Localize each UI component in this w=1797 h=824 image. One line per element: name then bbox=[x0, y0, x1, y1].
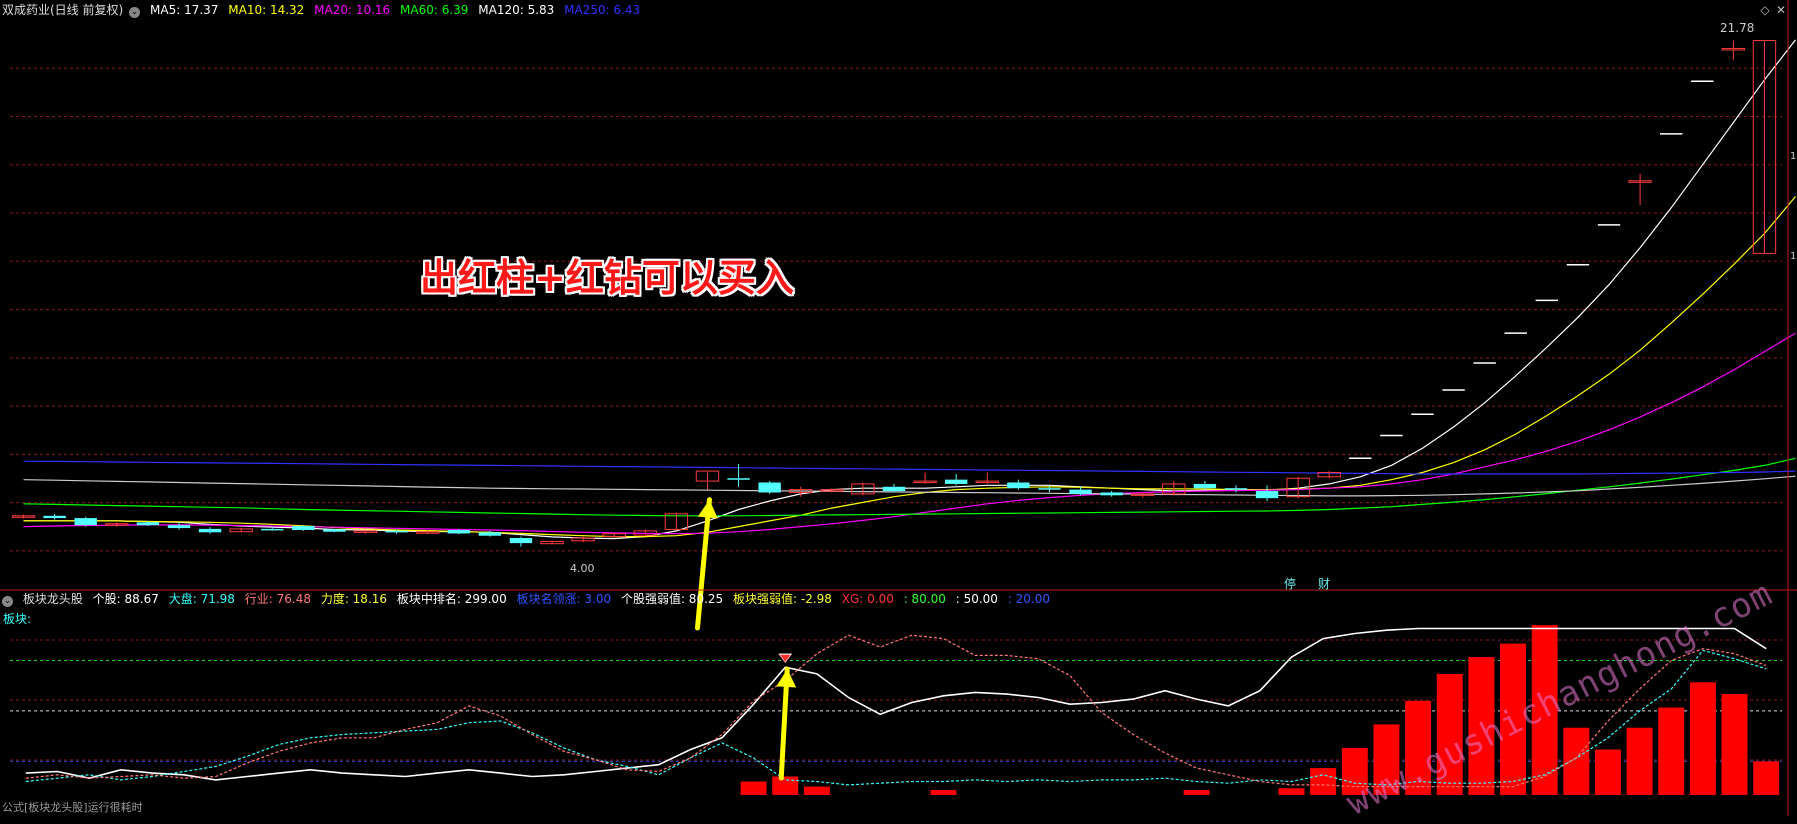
xg-bar bbox=[1278, 788, 1305, 795]
xg-bar bbox=[740, 781, 767, 795]
chart-stage: 双成药业(日线 前复权) ⌄ MA5: 17.37 MA10: 14.32 MA2… bbox=[0, 0, 1797, 824]
sector-label: 板块: bbox=[3, 612, 32, 626]
buy-signal-annotation: 出红柱+红钻可以买入 bbox=[420, 256, 794, 300]
ind-item-4: 板块中排名: 299.00 bbox=[396, 592, 507, 606]
max-price-tag: 21.78 bbox=[1720, 21, 1755, 35]
candle-body-down bbox=[447, 530, 470, 534]
candle-body-down bbox=[385, 530, 408, 533]
ind-item-7: 板块强弱值: -2.98 bbox=[733, 592, 832, 606]
indicator-collapse-icon[interactable]: ⌄ bbox=[2, 596, 13, 607]
ma5-label: MA5: 17.37 bbox=[150, 3, 219, 17]
ind-item-9: : 80.00 bbox=[903, 592, 946, 606]
xg-bar bbox=[1563, 727, 1590, 795]
xg-bar bbox=[1753, 761, 1780, 795]
xg-bar bbox=[1689, 682, 1716, 795]
ma120-label: MA120: 5.83 bbox=[478, 3, 555, 17]
candle-body-down bbox=[1255, 491, 1279, 499]
xg-bar bbox=[1310, 768, 1337, 795]
ind-item-1: 大盘: 71.98 bbox=[168, 592, 235, 606]
close-icon[interactable]: ✕ bbox=[1774, 3, 1788, 17]
candle-body-down bbox=[1100, 492, 1123, 496]
candle-body-down bbox=[292, 526, 315, 531]
candle-body-down bbox=[1193, 483, 1217, 489]
candle-body-down bbox=[882, 486, 906, 492]
candle-body-down bbox=[1038, 488, 1061, 490]
ind-item-0: 个股: 88.67 bbox=[92, 592, 159, 606]
xg-bar bbox=[772, 776, 799, 795]
diamond-icon[interactable]: ◇ bbox=[1758, 3, 1772, 17]
ind-item-8: XG: 0.00 bbox=[841, 592, 894, 606]
xg-bar bbox=[803, 786, 830, 795]
candle-body-down bbox=[1069, 489, 1092, 494]
ind-item-2: 行业: 76.48 bbox=[244, 592, 311, 606]
collapse-icon[interactable]: ⌄ bbox=[129, 7, 141, 18]
candle-body-down bbox=[478, 532, 502, 536]
candle-body-down bbox=[198, 528, 222, 533]
ma20-label: MA20: 10.16 bbox=[314, 3, 391, 17]
candle-body-down bbox=[74, 518, 97, 526]
xg-bar bbox=[1594, 749, 1621, 795]
xg-bar bbox=[1183, 789, 1210, 795]
candle-body-down bbox=[758, 482, 781, 493]
candle-body-down bbox=[323, 529, 346, 532]
candle-body-down bbox=[43, 515, 66, 519]
candle-body-down bbox=[509, 538, 533, 544]
xg-bar bbox=[1626, 727, 1653, 795]
candle-body-down bbox=[1007, 482, 1030, 489]
ind-item-5: 板块名领涨: 3.00 bbox=[516, 592, 612, 606]
ind-item-10: : 50.00 bbox=[955, 592, 998, 606]
candle-body-down bbox=[261, 528, 284, 531]
candle-body-down bbox=[1224, 488, 1248, 490]
ma250-label: MA250: 6.43 bbox=[564, 3, 641, 17]
xg-bar bbox=[1658, 707, 1685, 795]
event-tag-finance[interactable]: 财 bbox=[1318, 575, 1330, 592]
indicator-header: ⌄ 板块龙头股 个股: 88.67 大盘: 71.98 行业: 76.48 力度… bbox=[2, 592, 1056, 607]
candle-body-down bbox=[167, 525, 191, 529]
event-tag-halt[interactable]: 停 bbox=[1284, 575, 1296, 592]
ind-item-11: : 20.00 bbox=[1007, 592, 1050, 606]
candle-body-down bbox=[944, 479, 968, 484]
ind-item-6: 个股强弱值: 80.25 bbox=[620, 592, 724, 606]
right-edge-mark-2: 1 bbox=[1790, 251, 1797, 262]
formula-status: 公式[板块龙头股]运行很耗时 bbox=[2, 801, 143, 814]
ma10-label: MA10: 14.32 bbox=[228, 3, 305, 17]
min-price-tag: 4.00 bbox=[570, 562, 595, 575]
stock-title: 双成药业(日线 前复权) bbox=[2, 3, 124, 17]
price-header: 双成药业(日线 前复权) ⌄ MA5: 17.37 MA10: 14.32 MA2… bbox=[2, 3, 646, 18]
ma60-label: MA60: 6.39 bbox=[400, 3, 469, 17]
xg-bar bbox=[1721, 694, 1748, 795]
right-edge-mark-1: 1 bbox=[1790, 151, 1797, 162]
xg-bar bbox=[930, 789, 957, 795]
candle-body-down bbox=[727, 478, 750, 480]
ind-item-3: 力度: 18.16 bbox=[320, 592, 388, 606]
indicator-name: 板块龙头股 bbox=[22, 592, 83, 606]
candle-body-down bbox=[136, 522, 160, 526]
